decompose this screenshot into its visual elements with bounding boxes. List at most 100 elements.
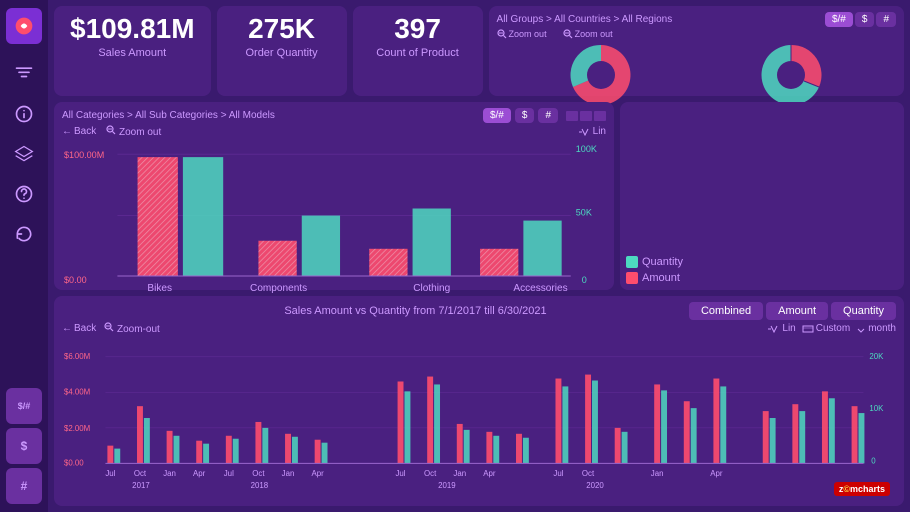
time-chart-header: Sales Amount vs Quantity from 7/1/2017 t… bbox=[62, 302, 896, 320]
bar-breadcrumb: All Categories > All Sub Categories > Al… bbox=[62, 110, 275, 121]
sidebar-item-dollar[interactable]: $ bbox=[6, 428, 42, 464]
kpi-sales-label: Sales Amount bbox=[70, 47, 195, 59]
sidebar-item-logo[interactable] bbox=[6, 8, 42, 44]
svg-text:$2.00M: $2.00M bbox=[64, 424, 90, 433]
svg-text:$4.00M: $4.00M bbox=[64, 387, 90, 396]
sidebar-item-filter[interactable] bbox=[6, 56, 42, 92]
svg-text:0: 0 bbox=[582, 275, 587, 285]
bar-back-label: Back bbox=[74, 126, 96, 137]
bar-chart-area: $100.00M $0.00 100K 50K 0 bbox=[62, 140, 606, 296]
kpi-order-value: 275K bbox=[233, 14, 331, 45]
sidebar: $/# $ # bbox=[0, 0, 48, 512]
svg-text:Oct: Oct bbox=[582, 469, 595, 478]
pie-chart-panel: All Groups > All Countries > All Regions… bbox=[489, 6, 904, 96]
time-btn-amount[interactable]: Amount bbox=[766, 302, 828, 320]
svg-text:Bikes: Bikes bbox=[147, 283, 172, 294]
pie-zoom-out-1[interactable]: Zoom out bbox=[497, 29, 547, 39]
svg-text:$0.00: $0.00 bbox=[64, 275, 87, 285]
svg-text:100K: 100K bbox=[576, 144, 597, 154]
time-btn-quantity[interactable]: Quantity bbox=[831, 302, 896, 320]
middle-row: All Categories > All Sub Categories > Al… bbox=[54, 102, 904, 290]
time-lin-label: Lin bbox=[782, 323, 795, 334]
time-chart-controls-left: ← Back Zoom-out bbox=[62, 322, 160, 335]
pie-zoom-row: Zoom out Zoom out bbox=[497, 29, 896, 39]
svg-text:Oct: Oct bbox=[424, 469, 437, 478]
svg-text:0: 0 bbox=[871, 456, 876, 465]
pie-btn-group: $/# $ # bbox=[825, 12, 896, 27]
bar-export-icon[interactable] bbox=[594, 111, 606, 121]
middle-right-panel: Quantity Amount bbox=[620, 102, 904, 290]
svg-text:2018: 2018 bbox=[251, 481, 269, 490]
time-zoom-label: Zoom-out bbox=[117, 324, 160, 335]
time-custom-label: Custom bbox=[816, 323, 850, 334]
svg-text:2019: 2019 bbox=[438, 481, 456, 490]
sidebar-item-dollar-hash[interactable]: $/# bbox=[6, 388, 42, 424]
svg-text:Clothing: Clothing bbox=[413, 283, 450, 294]
time-chart-btn-group: Combined Amount Quantity bbox=[689, 302, 896, 320]
time-chart-panel: Sales Amount vs Quantity from 7/1/2017 t… bbox=[54, 296, 904, 506]
time-month-label: month bbox=[868, 323, 896, 334]
bar-settings-icon[interactable] bbox=[580, 111, 592, 121]
sidebar-item-info[interactable] bbox=[6, 96, 42, 132]
legend-area: Quantity Amount bbox=[626, 256, 898, 284]
zoomcharts-logo: z©mcharts bbox=[834, 482, 890, 496]
main-content: $109.81M Sales Amount 275K Order Quantit… bbox=[48, 0, 910, 512]
bar-btn-hash[interactable]: # bbox=[538, 108, 558, 123]
time-btn-combined[interactable]: Combined bbox=[689, 302, 763, 320]
bar-zoom-btn[interactable]: Zoom out bbox=[106, 125, 161, 138]
time-chart-svg: $6.00M $4.00M $2.00M $0.00 20K 10K 0 bbox=[62, 337, 896, 500]
sidebar-item-refresh[interactable] bbox=[6, 216, 42, 252]
top-row: $109.81M Sales Amount 275K Order Quantit… bbox=[54, 6, 904, 96]
pie-btn-hash[interactable]: # bbox=[876, 12, 896, 27]
svg-text:Jul: Jul bbox=[553, 469, 563, 478]
svg-text:Apr: Apr bbox=[311, 469, 324, 478]
time-chart-title: Sales Amount vs Quantity from 7/1/2017 t… bbox=[142, 305, 689, 317]
kpi-count-value: 397 bbox=[369, 14, 467, 45]
time-chart-subheader: ← Back Zoom-out Lin Custom bbox=[62, 322, 896, 335]
time-zoom-btn[interactable]: Zoom-out bbox=[104, 322, 160, 335]
kpi-sales-amount: $109.81M Sales Amount bbox=[54, 6, 211, 96]
legend-quantity: Quantity bbox=[626, 256, 683, 268]
sidebar-item-help[interactable] bbox=[6, 176, 42, 212]
svg-text:Jan: Jan bbox=[651, 469, 664, 478]
pie-charts-row bbox=[497, 39, 896, 111]
pie-btn-dollar[interactable]: $ bbox=[855, 12, 875, 27]
pie-zoom-label-2: Zoom out bbox=[575, 29, 613, 39]
bar-panel-header: All Categories > All Sub Categories > Al… bbox=[62, 108, 606, 123]
bar-back-btn[interactable]: ← Back bbox=[62, 125, 96, 138]
time-back-btn[interactable]: ← Back bbox=[62, 322, 96, 335]
pie-panel-header: All Groups > All Countries > All Regions… bbox=[497, 12, 896, 27]
svg-text:Jan: Jan bbox=[453, 469, 466, 478]
pie-btn-dollar-hash[interactable]: $/# bbox=[825, 12, 853, 27]
kpi-sales-value: $109.81M bbox=[70, 14, 195, 45]
time-lin-indicator: Lin bbox=[767, 323, 795, 334]
time-month-btn[interactable]: month bbox=[856, 323, 896, 334]
bar-btn-dollar[interactable]: $ bbox=[515, 108, 535, 123]
svg-text:Jul: Jul bbox=[105, 469, 115, 478]
svg-text:Jan: Jan bbox=[282, 469, 295, 478]
legend-quantity-label: Quantity bbox=[642, 256, 683, 268]
svg-text:Components: Components bbox=[250, 283, 307, 294]
bar-panel-controls: $/# $ # bbox=[483, 108, 606, 123]
svg-text:50K: 50K bbox=[576, 208, 592, 218]
pie-chart-2 bbox=[746, 39, 836, 111]
pie-zoom-label-1: Zoom out bbox=[509, 29, 547, 39]
kpi-count-label: Count of Product bbox=[369, 47, 467, 59]
pie-zoom-out-2[interactable]: Zoom out bbox=[563, 29, 613, 39]
time-custom-btn[interactable]: Custom bbox=[802, 323, 850, 334]
svg-text:$100.00M: $100.00M bbox=[64, 150, 104, 160]
svg-text:10K: 10K bbox=[869, 404, 884, 413]
bar-filter-icon[interactable] bbox=[566, 111, 578, 121]
svg-text:20K: 20K bbox=[869, 352, 884, 361]
svg-text:$0.00: $0.00 bbox=[64, 458, 84, 467]
kpi-count-product: 397 Count of Product bbox=[353, 6, 483, 96]
time-chart-area: $6.00M $4.00M $2.00M $0.00 20K 10K 0 bbox=[62, 337, 896, 500]
svg-text:Accessories: Accessories bbox=[513, 283, 567, 294]
sidebar-item-layers[interactable] bbox=[6, 136, 42, 172]
sidebar-item-hash[interactable]: # bbox=[6, 468, 42, 504]
svg-text:Apr: Apr bbox=[193, 469, 206, 478]
legend-amount-label: Amount bbox=[642, 272, 680, 284]
bar-btn-dollar-hash[interactable]: $/# bbox=[483, 108, 511, 123]
svg-text:Jan: Jan bbox=[163, 469, 176, 478]
pie-chart-1 bbox=[556, 39, 646, 111]
